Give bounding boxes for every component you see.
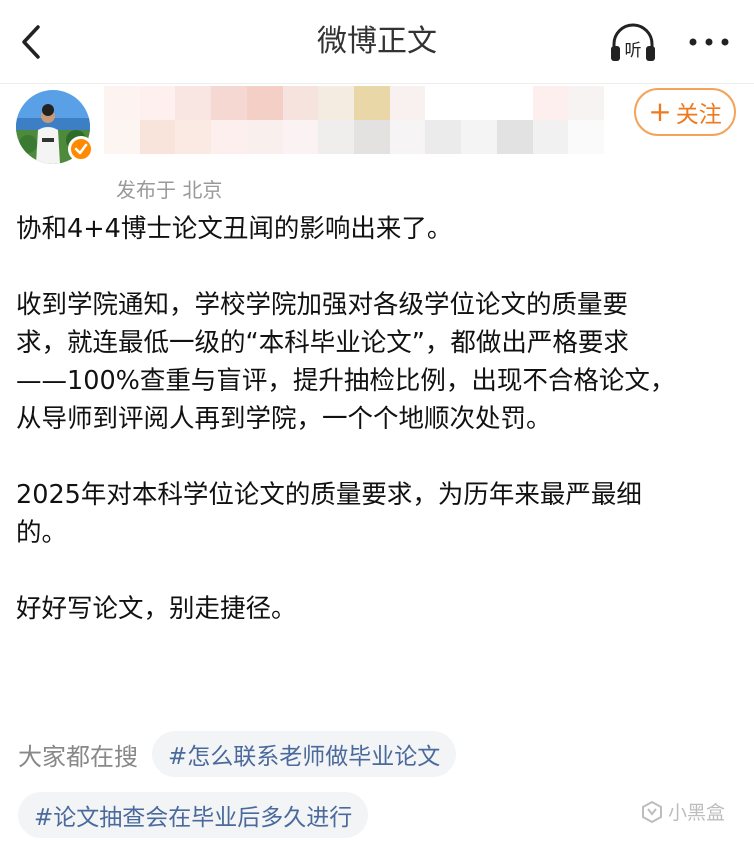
trending-search-label: 大家都在搜 xyxy=(18,742,138,771)
post-text-line: 好好写论文，别走捷径。 xyxy=(16,594,297,624)
verified-badge-icon xyxy=(68,136,94,162)
watermark-text: 小黑盒 xyxy=(668,802,726,824)
more-options-button[interactable] xyxy=(684,24,734,60)
blurred-username[interactable] xyxy=(104,86,605,168)
post-text-line: 的。 xyxy=(16,518,68,548)
post-text-line: 从导师到评阅人再到学院，一个个地顺次处罚。 xyxy=(16,404,552,434)
topic-tag[interactable]: #论文抽查会在毕业后多久进行 xyxy=(18,792,369,838)
post-text-line: ——100%查重与盲评，提升抽检比例，出现不合格论文， xyxy=(16,366,676,396)
post-text-line: 2025年对本科学位论文的质量要求，为历年来最严最细 xyxy=(16,480,642,510)
trending-search-row: 大家都在搜 #怎么联系老师做毕业论文 xyxy=(18,731,457,777)
plus-icon: + xyxy=(648,95,672,128)
watermark: 小黑盒 xyxy=(640,798,725,825)
post-header: + 关注 发布于 北京 xyxy=(0,84,754,208)
follow-button[interactable]: + 关注 xyxy=(634,88,736,136)
ellipsis-icon xyxy=(689,38,729,46)
post-location: 发布于 北京 xyxy=(116,178,223,202)
post-text-line: 收到学院通知，学校学院加强对各级学位论文的质量要 xyxy=(16,290,629,320)
listen-label: 听 xyxy=(625,41,642,61)
post-text-line: 协和4+4博士论文丑闻的影响出来了。 xyxy=(16,214,453,244)
xiaoheihe-logo-icon xyxy=(642,800,662,823)
headphones-icon: 听 xyxy=(611,23,655,61)
follow-label: 关注 xyxy=(675,102,722,128)
top-navigation-bar: 微博正文 听 xyxy=(0,0,754,84)
post-text-line: 求，就连最低一级的“本科毕业论文”，都做出严格要求 xyxy=(16,328,629,358)
topic-tag[interactable]: #怎么联系老师做毕业论文 xyxy=(152,731,457,777)
listen-button[interactable]: 听 xyxy=(608,22,658,64)
post-body: 协和4+4博士论文丑闻的影响出来了。 收到学院通知，学校学院加强对各级学位论文的… xyxy=(16,210,740,628)
